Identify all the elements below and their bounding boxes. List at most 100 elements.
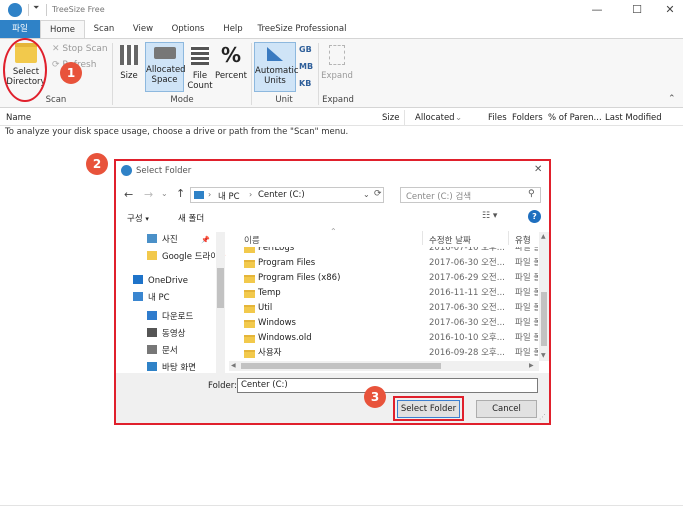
folder-icon	[244, 275, 255, 283]
kb-button[interactable]: KB	[299, 79, 311, 88]
search-field[interactable]: Center (C:) 검색 ⚲	[400, 187, 541, 203]
nav-item[interactable]: Google 드라이📌	[147, 249, 226, 265]
nav-item-label: 문서	[162, 346, 178, 356]
step-1-badge: 1	[60, 62, 82, 84]
file-list-scrollbar[interactable]: ▲ ▼	[539, 232, 549, 361]
tab-treesize-professional[interactable]: TreeSize Professional	[256, 20, 348, 38]
automatic-units-button[interactable]: Automatic Units	[254, 42, 299, 92]
list-item[interactable]: Windows.old 2016-10-10 오후... 파일 폴	[229, 331, 538, 346]
step-3-badge: 3	[364, 386, 386, 408]
address-dropdown-icon[interactable]: ⌄	[363, 190, 370, 199]
file-count-button[interactable]: File Count	[186, 43, 214, 91]
help-icon[interactable]: ?	[528, 210, 541, 223]
organize-label: 구성	[127, 214, 143, 224]
column-percent[interactable]: % of Paren...	[548, 113, 602, 123]
allocated-space-button[interactable]: Allocated Space	[145, 42, 186, 92]
sort-up-icon: ⌃	[330, 227, 337, 236]
allocated-space-label: Allocated Space	[146, 65, 186, 85]
folder-value: Center (C:)	[241, 380, 288, 390]
nav-scrollbar-thumb[interactable]	[217, 268, 224, 308]
nav-scrollbar[interactable]	[216, 232, 225, 375]
list-item[interactable]: Windows 2017-06-30 오전... 파일 폴	[229, 316, 538, 331]
expand-button[interactable]: Expand	[321, 43, 353, 91]
stop-scan-button[interactable]: ✕ Stop Scan	[52, 44, 110, 56]
recent-locations-icon[interactable]: ⌄	[161, 189, 168, 198]
tab-home[interactable]: Home	[40, 20, 85, 38]
address-segment-drive[interactable]: Center (C:)	[258, 190, 305, 200]
list-item[interactable]: Temp 2016-11-11 오전... 파일 폴	[229, 286, 538, 301]
address-bar[interactable]: › 내 PC › Center (C:) ⌄ ⟳	[190, 187, 384, 203]
tab-view[interactable]: View	[126, 20, 160, 38]
column-last-modified[interactable]: Last Modified	[605, 113, 662, 123]
close-button[interactable]: ✕	[650, 0, 683, 20]
file-column-type[interactable]: 유형	[515, 234, 531, 246]
file-column-name[interactable]: 이름	[244, 234, 260, 246]
folder-icon	[244, 305, 255, 313]
nav-item[interactable]: 사진 📌	[147, 232, 210, 248]
nav-item[interactable]: 내 PC	[133, 290, 170, 306]
file-count-label: File Count	[187, 71, 213, 91]
tab-help[interactable]: Help	[216, 20, 250, 38]
list-item[interactable]: 사용자 2016-09-28 오후... 파일 폴	[229, 346, 538, 361]
nav-item[interactable]: 동영상	[147, 326, 185, 342]
tab-file[interactable]: 파일	[0, 20, 40, 38]
collapse-ribbon-icon[interactable]: ⌃	[668, 94, 676, 104]
new-folder-button[interactable]: 새 폴더	[178, 212, 204, 224]
file-list-hscrollbar[interactable]: ◀ ▶	[229, 361, 539, 371]
file-scrollbar-thumb[interactable]	[541, 292, 547, 346]
size-button[interactable]: Size	[116, 43, 142, 87]
search-placeholder: Center (C:) 검색	[406, 192, 472, 202]
folder-type: 파일 폴	[515, 273, 538, 283]
organize-button[interactable]: 구성 ▾	[127, 212, 149, 224]
nav-item[interactable]: OneDrive	[133, 273, 188, 289]
mb-button[interactable]: MB	[299, 62, 313, 71]
scroll-right-icon[interactable]: ▶	[529, 362, 534, 369]
pin-icon: 📌	[201, 236, 210, 244]
folder-name: Temp	[258, 288, 281, 298]
column-divider	[404, 110, 405, 126]
forward-button[interactable]: →	[144, 188, 153, 201]
address-refresh-icon[interactable]: ⟳	[374, 189, 382, 199]
view-options-icon[interactable]: ☷ ▾	[482, 211, 497, 221]
scroll-up-icon[interactable]: ▲	[541, 233, 546, 240]
list-item[interactable]: Program Files (x86) 2017-06-29 오전... 파일 폴	[229, 271, 538, 286]
column-allocated[interactable]: Allocated	[415, 113, 455, 123]
tab-scan[interactable]: Scan	[88, 20, 120, 38]
scroll-down-icon[interactable]: ▼	[541, 352, 546, 359]
percent-button[interactable]: % Percent	[215, 43, 247, 87]
folder-date: 2017-06-30 오전...	[429, 258, 505, 268]
list-item[interactable]: Program Files 2017-06-30 오전... 파일 폴	[229, 256, 538, 271]
folder-type: 파일 폴	[515, 288, 538, 298]
hscrollbar-thumb[interactable]	[241, 363, 441, 369]
back-button[interactable]: ←	[124, 188, 133, 201]
nav-item-label: 바탕 화면	[162, 363, 196, 373]
column-files[interactable]: Files	[488, 113, 507, 123]
folder-icon	[147, 251, 157, 260]
list-item[interactable]: PerfLogs 2016-07-16 오후... 파일 폴	[229, 247, 538, 256]
folder-list: PerfLogs 2016-07-16 오후... 파일 폴 Program File…	[229, 247, 538, 361]
folder-field[interactable]: Center (C:)	[237, 378, 538, 393]
folder-name: 사용자	[258, 348, 282, 358]
nav-item[interactable]: 문서	[147, 343, 178, 359]
folder-type: 파일 폴	[515, 318, 538, 328]
file-column-divider	[508, 231, 509, 245]
dialog-logo-icon	[121, 165, 132, 176]
scroll-left-icon[interactable]: ◀	[231, 362, 236, 369]
resize-grip-icon[interactable]: ⋰	[539, 413, 546, 421]
ruler-icon	[267, 47, 283, 61]
list-item[interactable]: Util 2017-06-30 오전... 파일 폴	[229, 301, 538, 316]
column-folders[interactable]: Folders	[512, 113, 543, 123]
quick-access-menu-icon[interactable]: ⏷	[33, 3, 39, 13]
cancel-button[interactable]: Cancel	[476, 400, 537, 418]
file-column-modified[interactable]: 수정한 날짜	[429, 234, 471, 246]
column-size[interactable]: Size	[382, 113, 399, 123]
gb-button[interactable]: GB	[299, 45, 312, 54]
nav-item[interactable]: 다운로드	[147, 309, 193, 325]
tab-options[interactable]: Options	[166, 20, 210, 38]
up-button[interactable]: ↑	[176, 187, 185, 200]
dialog-close-button[interactable]: ✕	[534, 164, 542, 175]
address-segment-pc[interactable]: 내 PC	[218, 190, 240, 202]
select-folder-button[interactable]: Select Folder	[397, 400, 460, 418]
minimize-button[interactable]: —	[577, 0, 617, 20]
column-name[interactable]: Name	[6, 113, 31, 123]
